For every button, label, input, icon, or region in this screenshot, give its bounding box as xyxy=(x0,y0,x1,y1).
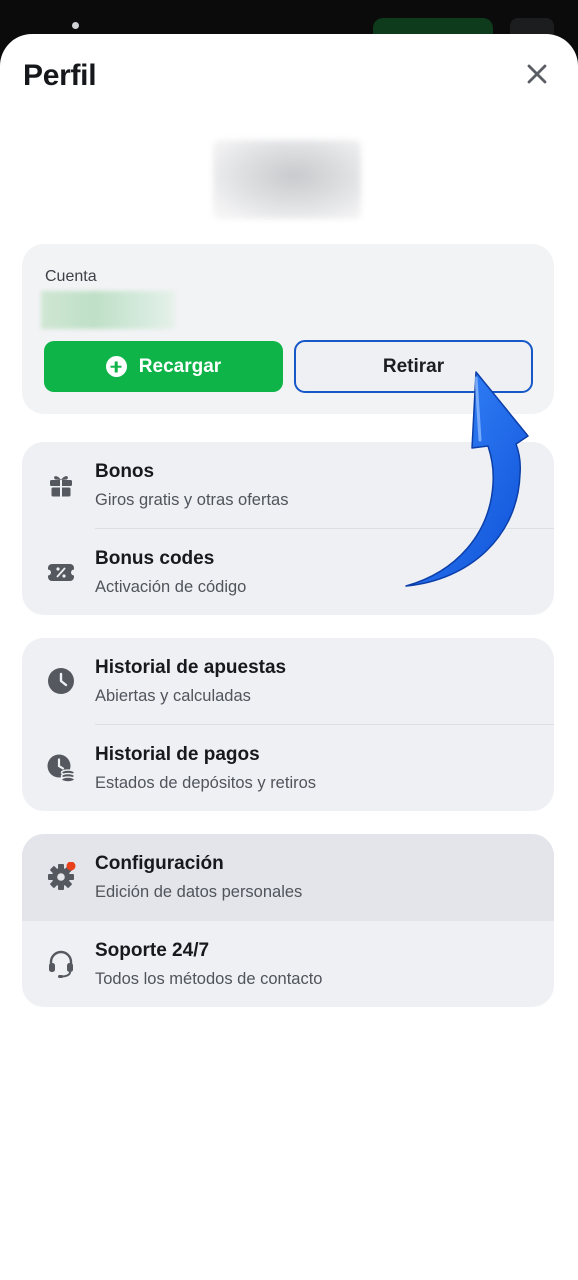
menu-item-subtitle: Giros gratis y otras ofertas xyxy=(95,491,289,509)
payment-history-icon xyxy=(46,753,76,783)
headset-icon xyxy=(46,949,76,979)
menu-group-history: Historial de apuestas Abiertas y calcula… xyxy=(22,638,554,811)
menu-item-settings[interactable]: Configuración Edición de datos personale… xyxy=(22,834,554,921)
account-card: Cuenta Recargar Retirar xyxy=(22,244,554,414)
profile-sheet: Perfil Cuenta Recargar Retirar Bonos Gir… xyxy=(0,34,578,1280)
recharge-label: Recargar xyxy=(138,355,222,377)
plus-circle-icon xyxy=(105,356,127,377)
camera-dot xyxy=(72,22,79,29)
gift-icon xyxy=(46,470,76,500)
menu-group-bonuses: Bonos Giros gratis y otras ofertas Bonus… xyxy=(22,442,554,615)
clock-icon xyxy=(46,666,76,696)
menu-item-subtitle: Activación de código xyxy=(95,578,247,596)
avatar-blurred xyxy=(213,140,361,219)
gear-icon xyxy=(46,861,76,892)
withdraw-button[interactable]: Retirar xyxy=(294,340,533,393)
menu-item-title: Historial de pagos xyxy=(95,744,260,765)
menu-item-title: Soporte 24/7 xyxy=(95,940,210,961)
menu-item-subtitle: Todos los métodos de contacto xyxy=(95,970,323,988)
menu-item-title: Historial de apuestas xyxy=(95,657,287,678)
menu-item-payment-history[interactable]: Historial de pagos Estados de depósitos … xyxy=(22,725,554,811)
page-title: Perfil xyxy=(23,59,97,92)
close-icon[interactable] xyxy=(522,59,552,89)
menu-group-settings: Configuración Edición de datos personale… xyxy=(22,834,554,1007)
menu-item-support[interactable]: Soporte 24/7 Todos los métodos de contac… xyxy=(22,921,554,1007)
withdraw-label: Retirar xyxy=(382,355,445,377)
menu-item-bonos[interactable]: Bonos Giros gratis y otras ofertas xyxy=(22,442,554,529)
balance-blurred xyxy=(41,291,175,329)
account-label: Cuenta xyxy=(45,268,97,285)
menu-item-bet-history[interactable]: Historial de apuestas Abiertas y calcula… xyxy=(22,638,554,725)
menu-item-bonus-codes[interactable]: Bonus codes Activación de código xyxy=(22,529,554,615)
menu-item-title: Bonus codes xyxy=(95,548,215,569)
menu-item-subtitle: Estados de depósitos y retiros xyxy=(95,774,317,792)
recharge-button[interactable]: Recargar xyxy=(44,341,283,392)
promo-ticket-icon xyxy=(45,557,77,587)
menu-item-subtitle: Edición de datos personales xyxy=(95,883,303,901)
menu-item-title: Bonos xyxy=(95,461,155,482)
menu-item-subtitle: Abiertas y calculadas xyxy=(95,687,251,705)
menu-item-title: Configuración xyxy=(95,853,224,874)
